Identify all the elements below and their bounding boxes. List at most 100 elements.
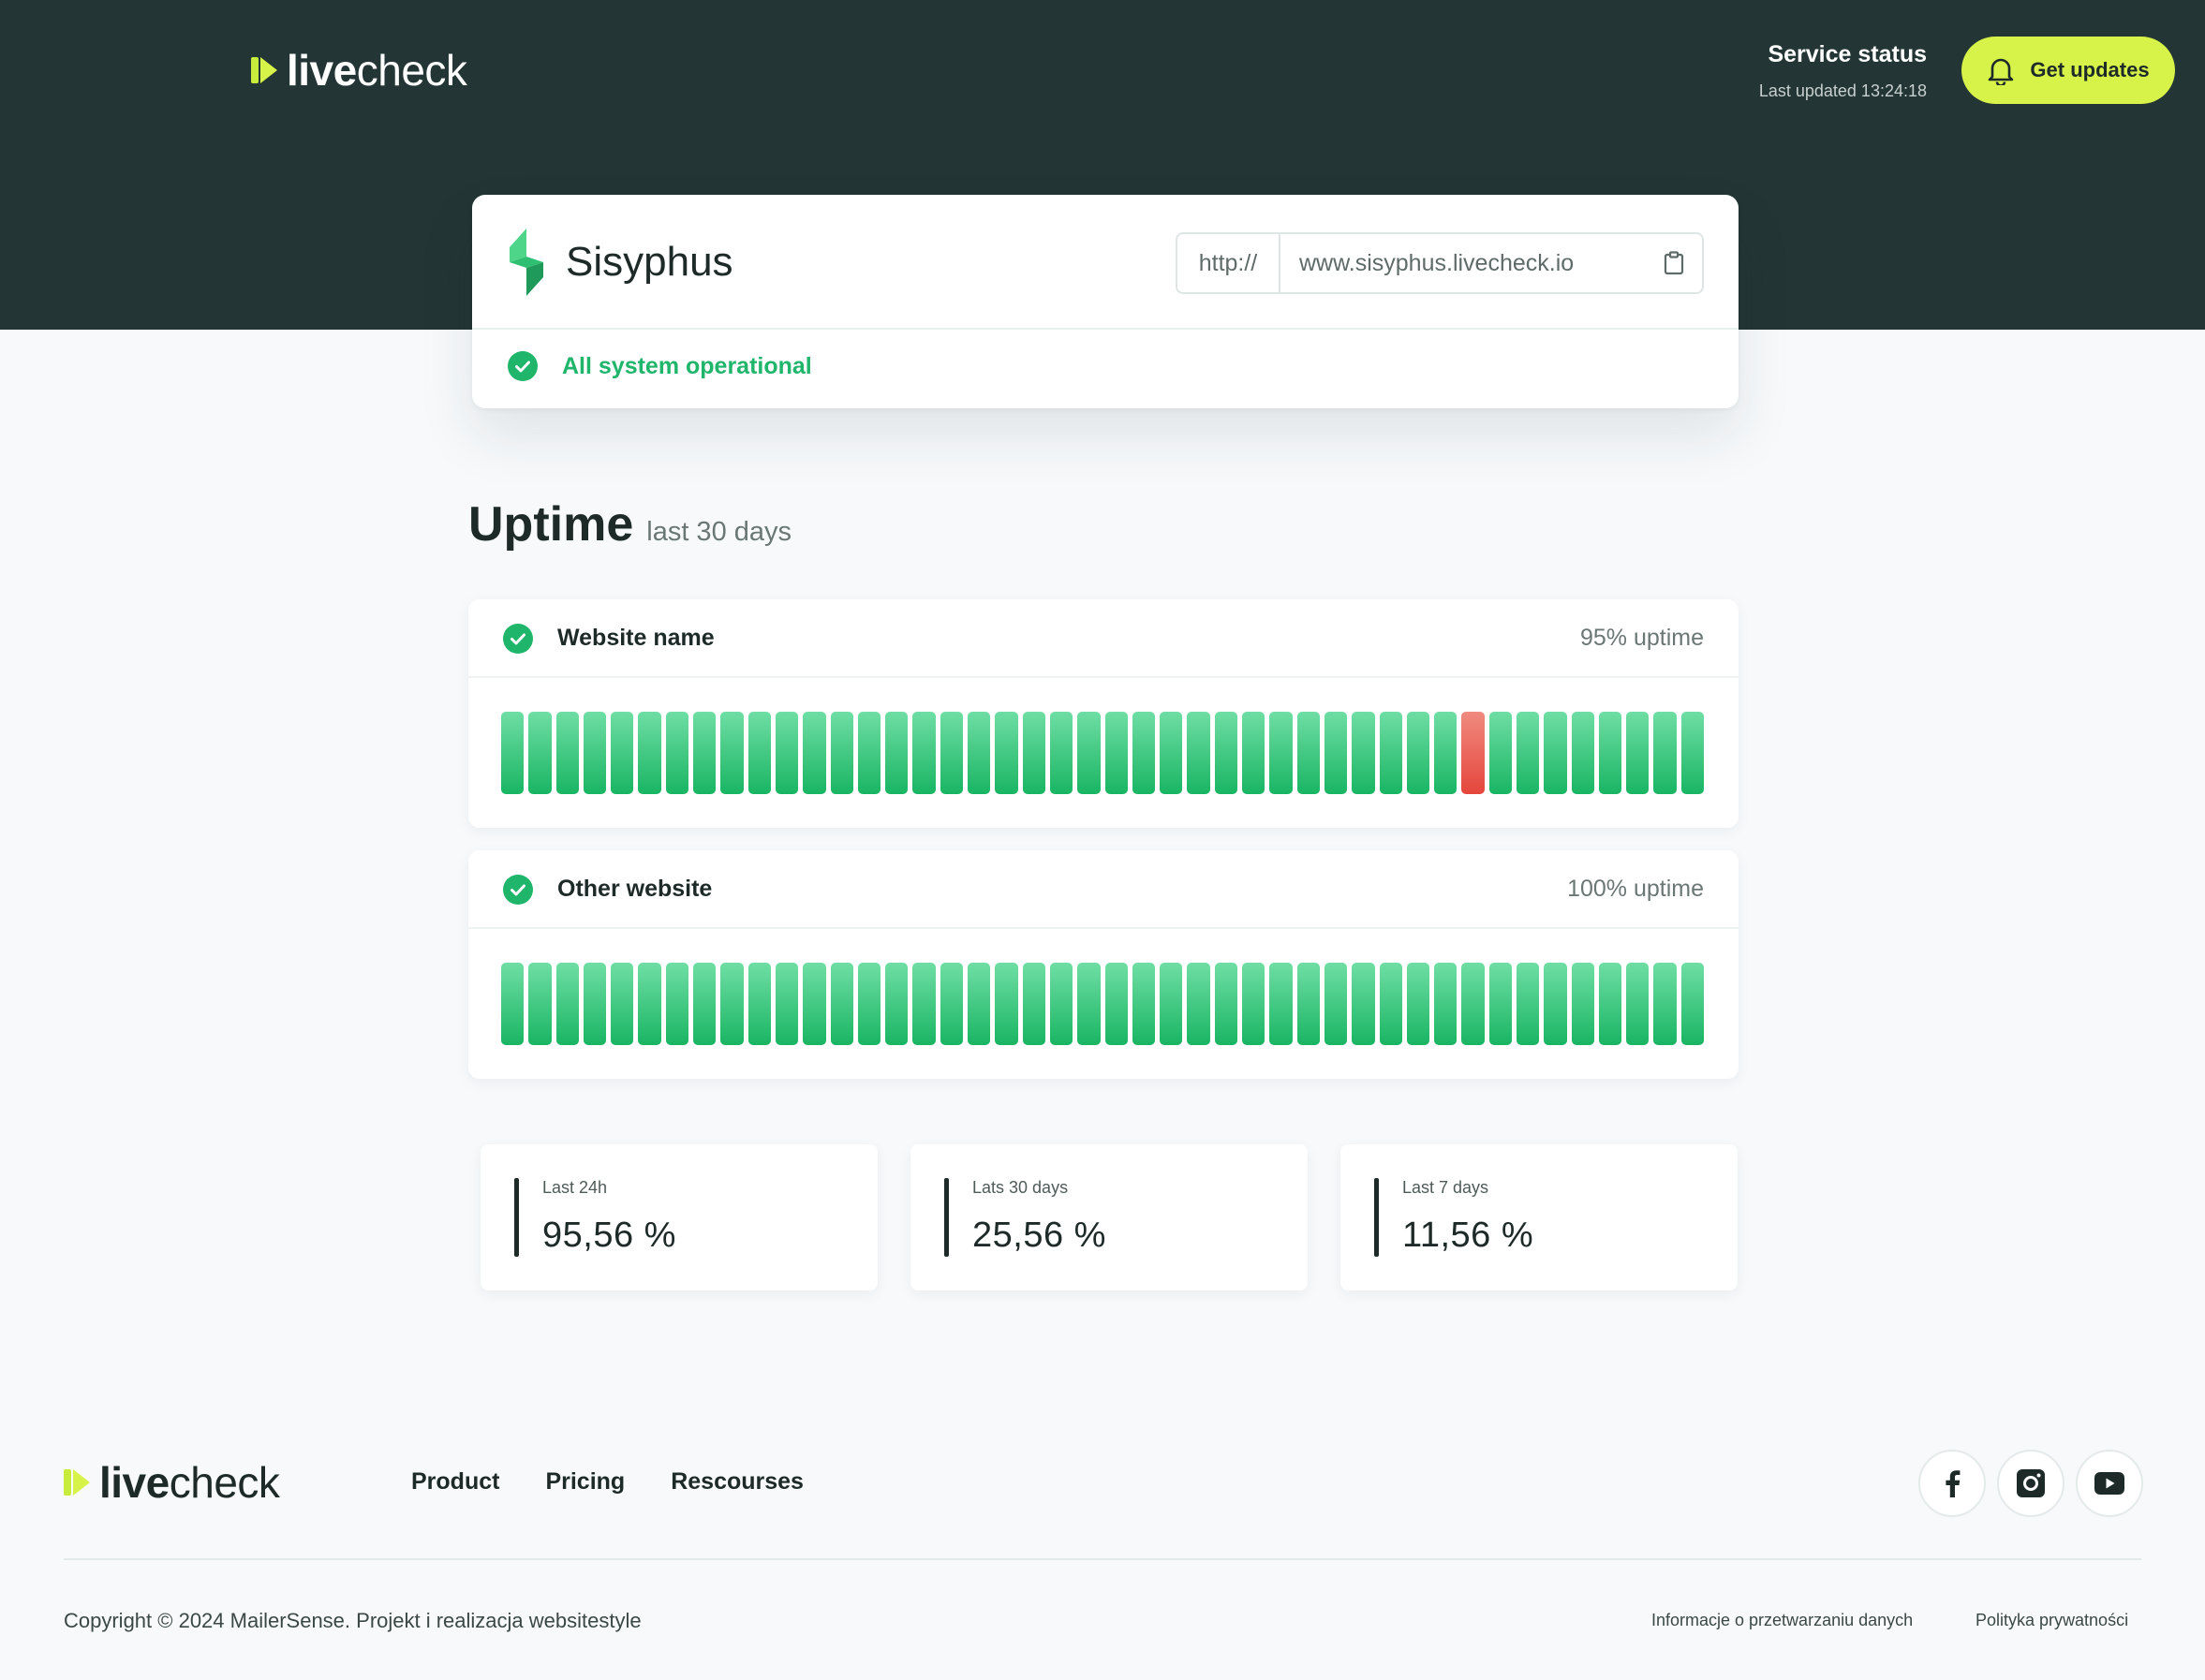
uptime-bar-up[interactable] <box>555 963 579 1045</box>
data-processing-link[interactable]: Informacje o przetwarzaniu danych <box>1651 1611 1913 1630</box>
uptime-bar-up[interactable] <box>1352 712 1375 794</box>
uptime-bar-up[interactable] <box>1406 712 1430 794</box>
uptime-bar-up[interactable] <box>1077 712 1101 794</box>
uptime-bar-up[interactable] <box>1461 963 1485 1045</box>
uptime-bar-up[interactable] <box>611 963 634 1045</box>
uptime-bar-up[interactable] <box>1132 963 1156 1045</box>
uptime-bar-up[interactable] <box>1626 712 1650 794</box>
uptime-bar-up[interactable] <box>1242 963 1265 1045</box>
uptime-bar-up[interactable] <box>1352 963 1375 1045</box>
uptime-bar-up[interactable] <box>1598 712 1622 794</box>
uptime-bar-up[interactable] <box>1434 712 1458 794</box>
uptime-bar-up[interactable] <box>775 712 799 794</box>
uptime-bar-up[interactable] <box>1269 712 1293 794</box>
uptime-bar-up[interactable] <box>1516 712 1540 794</box>
uptime-bar-up[interactable] <box>1653 963 1677 1045</box>
uptime-bar-up[interactable] <box>912 712 936 794</box>
uptime-bar-up[interactable] <box>885 963 909 1045</box>
uptime-bar-up[interactable] <box>1379 963 1402 1045</box>
header-logo[interactable]: livecheck <box>251 45 467 96</box>
url-field[interactable]: http:// www.sisyphus.livecheck.io <box>1176 232 1704 294</box>
uptime-bar-up[interactable] <box>1022 712 1045 794</box>
uptime-bar-up[interactable] <box>995 963 1018 1045</box>
uptime-bar-up[interactable] <box>1598 963 1622 1045</box>
uptime-bar-up[interactable] <box>720 712 744 794</box>
footer-nav-resources[interactable]: Rescourses <box>671 1468 804 1496</box>
facebook-button[interactable] <box>1918 1450 1986 1517</box>
uptime-bar-up[interactable] <box>720 963 744 1045</box>
uptime-bar-up[interactable] <box>1187 712 1210 794</box>
uptime-bar-up[interactable] <box>501 963 525 1045</box>
uptime-bar-down[interactable] <box>1461 712 1485 794</box>
uptime-bar-up[interactable] <box>1571 712 1594 794</box>
privacy-policy-link[interactable]: Polityka prywatności <box>1976 1611 2128 1630</box>
uptime-bar-up[interactable] <box>857 712 881 794</box>
uptime-bar-up[interactable] <box>1296 963 1320 1045</box>
uptime-bar-up[interactable] <box>1214 712 1238 794</box>
uptime-bar-up[interactable] <box>1049 963 1073 1045</box>
footer-nav-product[interactable]: Product <box>411 1468 499 1496</box>
uptime-bar-up[interactable] <box>912 963 936 1045</box>
uptime-bar-up[interactable] <box>501 712 525 794</box>
uptime-bar-up[interactable] <box>1379 712 1402 794</box>
uptime-bar-up[interactable] <box>1488 712 1512 794</box>
uptime-bar-up[interactable] <box>583 963 607 1045</box>
uptime-bar-up[interactable] <box>1516 963 1540 1045</box>
uptime-bar-up[interactable] <box>1680 963 1705 1045</box>
uptime-bar-up[interactable] <box>583 712 607 794</box>
uptime-bar-up[interactable] <box>693 712 717 794</box>
uptime-bar-up[interactable] <box>1132 712 1156 794</box>
uptime-bar-up[interactable] <box>665 712 689 794</box>
uptime-bar-up[interactable] <box>555 712 579 794</box>
uptime-bar-up[interactable] <box>885 712 909 794</box>
uptime-bar-up[interactable] <box>693 963 717 1045</box>
uptime-bar-up[interactable] <box>968 963 991 1045</box>
copy-button[interactable] <box>1646 251 1702 275</box>
uptime-bar-up[interactable] <box>1104 712 1128 794</box>
url-value[interactable]: www.sisyphus.livecheck.io <box>1280 250 1646 277</box>
uptime-bar-up[interactable] <box>1488 963 1512 1045</box>
uptime-bar-up[interactable] <box>1296 712 1320 794</box>
instagram-button[interactable] <box>1997 1450 2064 1517</box>
uptime-bar-up[interactable] <box>638 712 661 794</box>
uptime-bar-up[interactable] <box>611 712 634 794</box>
uptime-bar-up[interactable] <box>1049 712 1073 794</box>
uptime-bar-up[interactable] <box>638 963 661 1045</box>
uptime-bar-up[interactable] <box>665 963 689 1045</box>
uptime-bar-up[interactable] <box>1022 963 1045 1045</box>
uptime-bar-up[interactable] <box>830 712 853 794</box>
uptime-bar-up[interactable] <box>803 712 826 794</box>
uptime-bar-up[interactable] <box>1406 963 1430 1045</box>
uptime-bar-up[interactable] <box>1680 712 1705 794</box>
uptime-bar-up[interactable] <box>1653 712 1677 794</box>
uptime-bar-up[interactable] <box>1214 963 1238 1045</box>
uptime-bar-up[interactable] <box>857 963 881 1045</box>
uptime-bar-up[interactable] <box>968 712 991 794</box>
uptime-bar-up[interactable] <box>1324 963 1348 1045</box>
uptime-bar-up[interactable] <box>747 712 771 794</box>
uptime-bar-up[interactable] <box>1544 712 1567 794</box>
uptime-bar-up[interactable] <box>1269 963 1293 1045</box>
uptime-bar-up[interactable] <box>1077 963 1101 1045</box>
uptime-bar-up[interactable] <box>775 963 799 1045</box>
uptime-bar-up[interactable] <box>747 963 771 1045</box>
uptime-bar-up[interactable] <box>1544 963 1567 1045</box>
uptime-bar-up[interactable] <box>1104 963 1128 1045</box>
youtube-button[interactable] <box>2076 1450 2143 1517</box>
uptime-bar-up[interactable] <box>995 712 1018 794</box>
uptime-bar-up[interactable] <box>940 712 964 794</box>
uptime-bar-up[interactable] <box>830 963 853 1045</box>
uptime-bar-up[interactable] <box>528 963 552 1045</box>
uptime-bar-up[interactable] <box>1160 963 1183 1045</box>
uptime-bar-up[interactable] <box>1571 963 1594 1045</box>
uptime-bar-up[interactable] <box>528 712 552 794</box>
get-updates-button[interactable]: Get updates <box>1961 37 2175 104</box>
uptime-bar-up[interactable] <box>1187 963 1210 1045</box>
footer-logo[interactable]: livecheck <box>64 1457 280 1508</box>
uptime-bar-up[interactable] <box>1160 712 1183 794</box>
footer-nav-pricing[interactable]: Pricing <box>545 1468 625 1496</box>
uptime-bar-up[interactable] <box>1434 963 1458 1045</box>
uptime-bar-up[interactable] <box>1242 712 1265 794</box>
uptime-bar-up[interactable] <box>1626 963 1650 1045</box>
uptime-bar-up[interactable] <box>940 963 964 1045</box>
